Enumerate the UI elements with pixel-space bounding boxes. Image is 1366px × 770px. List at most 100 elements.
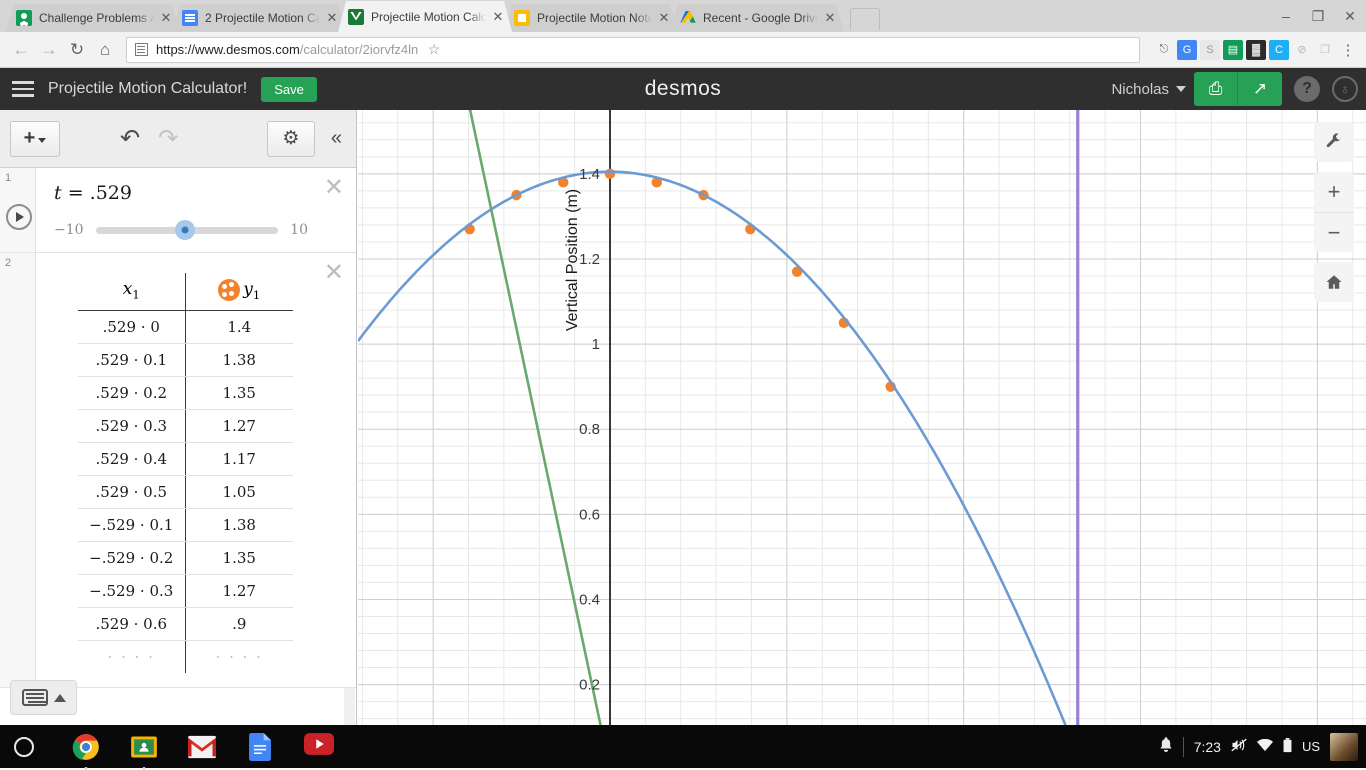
gmail-icon[interactable]	[188, 733, 216, 761]
film-strip-icon[interactable]: ▓	[1246, 39, 1266, 60]
keyboard-toggle-button[interactable]	[10, 680, 77, 715]
gear-icon[interactable]: ⚙	[266, 120, 315, 157]
browser-tab-0[interactable]: Challenge Problems Ass ✕	[6, 4, 180, 32]
google-translate-icon[interactable]: G	[1177, 39, 1197, 60]
table-row[interactable]: −.529 · 0.2 1.35	[78, 541, 293, 575]
cell-y[interactable]: 1.27	[185, 574, 293, 608]
google-classroom-icon[interactable]: ▤	[1223, 39, 1243, 60]
hamburger-icon[interactable]	[12, 81, 34, 97]
address-bar[interactable]: https://www.desmos.com/calculator/2iorvf…	[126, 36, 1140, 63]
chrome-menu-icon[interactable]: ⋮	[1338, 40, 1358, 60]
add-expression-button[interactable]: +	[10, 120, 60, 157]
user-avatar[interactable]	[1330, 732, 1358, 761]
cell-x[interactable]: .529 · 0.5	[78, 475, 186, 509]
battery-icon[interactable]	[1283, 737, 1292, 756]
cell-y[interactable]: 1.17	[185, 442, 293, 476]
cell-x[interactable]: .529 · 0.6	[78, 607, 186, 641]
cell-y[interactable]: 1.05	[185, 475, 293, 509]
tab-close-icon[interactable]: ✕	[822, 10, 838, 26]
column-header-x[interactable]: x1	[78, 273, 186, 311]
clever-icon[interactable]: C	[1269, 39, 1289, 60]
slider-track[interactable]	[95, 220, 279, 240]
cell-y[interactable]: 1.27	[185, 409, 293, 443]
window-close-button[interactable]: ✕	[1334, 0, 1366, 32]
wifi-icon[interactable]	[1256, 738, 1273, 755]
home-icon[interactable]	[1314, 262, 1354, 302]
delete-expression-icon[interactable]: ✕	[324, 261, 344, 285]
cell-y[interactable]: 1.4	[185, 310, 293, 344]
share-button[interactable]: ↗	[1238, 72, 1282, 106]
youtube-icon[interactable]	[304, 732, 334, 761]
keyboard-layout-indicator[interactable]: US	[1302, 739, 1320, 754]
home-button[interactable]: ⌂	[92, 37, 118, 63]
graph-canvas[interactable]: -0.20.20.40.60.80.20.40.60.811.21.4time …	[358, 110, 1366, 725]
browser-tab-3[interactable]: Projectile Motion Notes ✕	[504, 4, 678, 32]
table-row-empty[interactable]: · · · · · · · ·	[78, 640, 293, 673]
forward-button[interactable]: →	[36, 37, 62, 63]
cell-y[interactable]: · · · ·	[185, 640, 293, 673]
tab-close-icon[interactable]: ✕	[158, 10, 174, 26]
system-tray[interactable]: 7:23 US	[1159, 732, 1366, 761]
cell-y[interactable]: 1.38	[185, 343, 293, 377]
table-row[interactable]: .529 · 0.4 1.17	[78, 442, 293, 476]
table-row[interactable]: .529 · 0.5 1.05	[78, 475, 293, 509]
table-row[interactable]: .529 · 0.2 1.35	[78, 376, 293, 410]
bookmark-star-icon[interactable]: ☆	[418, 41, 441, 58]
screencastify-icon[interactable]: S	[1200, 39, 1220, 60]
reload-button[interactable]: ↻	[64, 37, 90, 63]
expression-row-1[interactable]: 1 ✕ t = .529 −10 10	[0, 168, 356, 253]
cell-x[interactable]: .529 · 0.3	[78, 409, 186, 443]
slider-min-label[interactable]: −10	[54, 222, 84, 238]
tab-close-icon[interactable]: ✕	[490, 9, 506, 25]
table-row[interactable]: −.529 · 0.3 1.27	[78, 574, 293, 608]
table-row[interactable]: .529 · 0.1 1.38	[78, 343, 293, 377]
zoom-out-icon[interactable]: −	[1314, 212, 1354, 252]
print-button[interactable]: ⎙	[1194, 72, 1238, 106]
minimize-button[interactable]: –	[1270, 0, 1302, 32]
notification-bell-icon[interactable]	[1159, 737, 1173, 756]
new-tab-button[interactable]	[850, 8, 880, 30]
clock[interactable]: 7:23	[1194, 739, 1221, 755]
slider-equation[interactable]: t = .529	[54, 182, 356, 204]
table-row[interactable]: .529 · 0.3 1.27	[78, 409, 293, 443]
data-table[interactable]: x1 y1 .529 · 0 1.4 .529 · 0.1 1.38 .529 …	[78, 273, 293, 673]
cell-x[interactable]: .529 · 0.1	[78, 343, 186, 377]
redo-button[interactable]: ↷	[158, 124, 178, 153]
language-globe-icon[interactable]: ♁	[1332, 76, 1358, 102]
back-button[interactable]: ←	[8, 37, 34, 63]
google-docs-icon[interactable]	[246, 732, 274, 761]
google-classroom-icon[interactable]	[130, 733, 158, 770]
point-style-icon[interactable]	[218, 279, 241, 301]
cell-y[interactable]: 1.35	[185, 541, 293, 575]
undo-button[interactable]: ↶	[120, 124, 140, 153]
delete-expression-icon[interactable]: ✕	[324, 176, 344, 200]
collapse-panel-icon[interactable]: «	[331, 127, 342, 150]
browser-tab-1[interactable]: 2 Projectile Motion Calc ✕	[172, 4, 346, 32]
tab-close-icon[interactable]: ✕	[324, 10, 340, 26]
blocked-icon[interactable]: ⊘	[1292, 40, 1312, 60]
cell-x[interactable]: −.529 · 0.1	[78, 508, 186, 542]
cell-x[interactable]: .529 · 0.4	[78, 442, 186, 476]
slider-max-label[interactable]: 10	[290, 222, 308, 238]
data-point[interactable]	[604, 168, 616, 180]
table-row[interactable]: .529 · 0 1.4	[78, 310, 293, 344]
save-button[interactable]: Save	[261, 76, 317, 102]
document-title[interactable]: Projectile Motion Calculator!	[48, 80, 247, 98]
cell-x[interactable]: .529 · 0	[78, 310, 186, 344]
muted-volume-icon[interactable]	[1231, 738, 1247, 755]
cast-icon[interactable]: ⎋	[1154, 40, 1174, 60]
help-icon[interactable]: ?	[1294, 76, 1320, 102]
user-menu[interactable]: Nicholas	[1111, 81, 1186, 98]
cell-x[interactable]: −.529 · 0.2	[78, 541, 186, 575]
copy-icon[interactable]: ❐	[1315, 40, 1335, 60]
expression-row-2[interactable]: 2 ✕ x1 y1 .529 · 0 1.4 .529 · 0.1 1.38 .…	[0, 253, 356, 688]
wrench-icon[interactable]	[1314, 122, 1354, 162]
chrome-icon[interactable]	[72, 733, 100, 770]
tab-close-icon[interactable]: ✕	[656, 10, 672, 26]
cell-x[interactable]: · · · ·	[78, 640, 186, 673]
column-header-y[interactable]: y1	[185, 273, 293, 311]
play-animation-button[interactable]	[6, 204, 32, 230]
slider-knob[interactable]	[175, 220, 196, 240]
maximize-button[interactable]: ❐	[1302, 0, 1334, 32]
graph-plot[interactable]: -0.20.20.40.60.80.20.40.60.811.21.4time …	[358, 110, 1366, 725]
